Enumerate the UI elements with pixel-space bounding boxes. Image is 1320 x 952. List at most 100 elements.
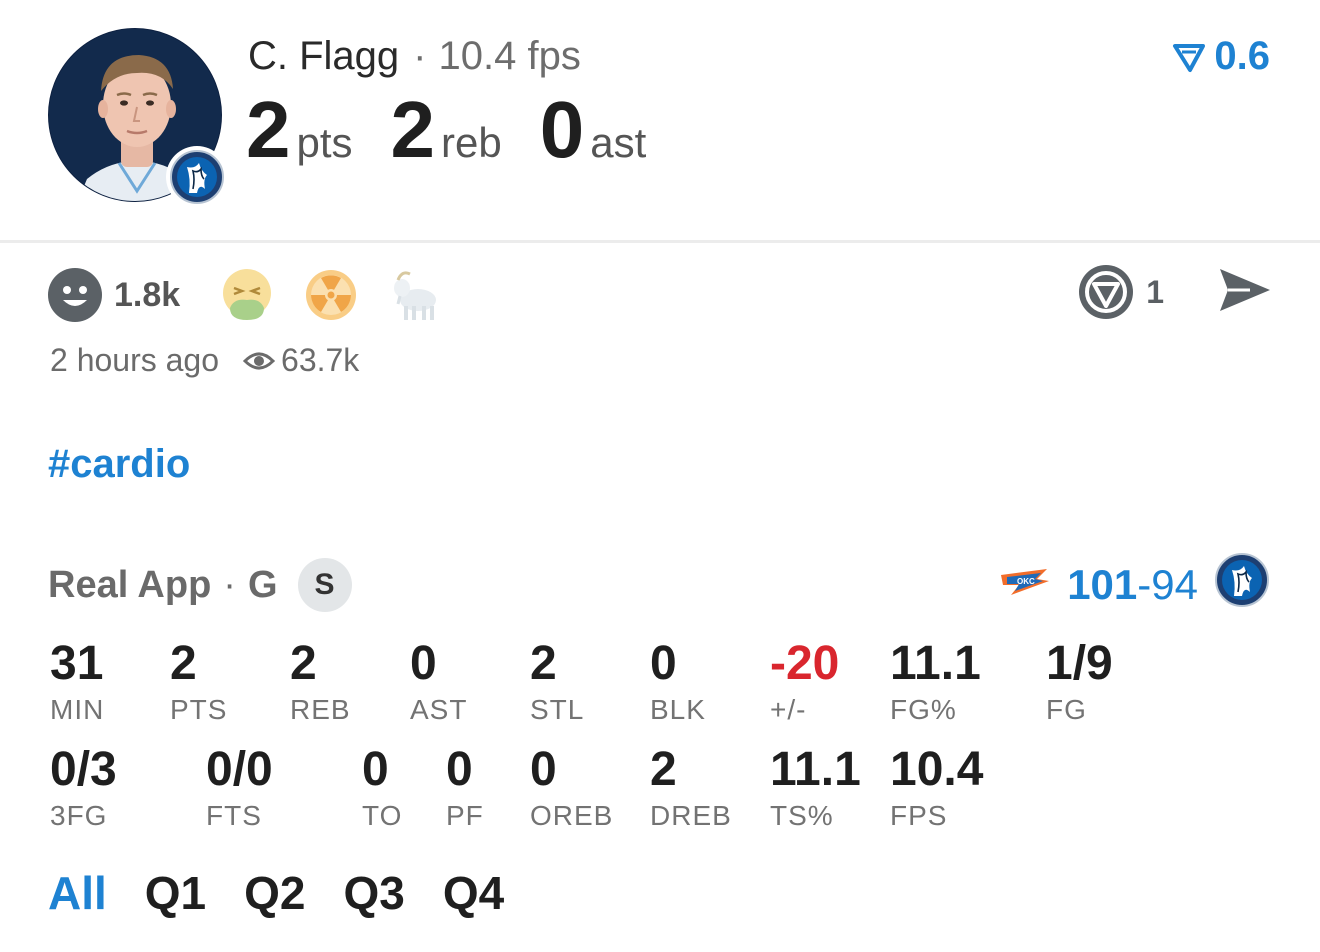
stat-value: 0 (650, 637, 677, 690)
stat-pts: 2 PTS (170, 640, 227, 726)
separator-dot: · (223, 563, 236, 606)
mavericks-logo-icon (1214, 552, 1270, 618)
send-icon (1220, 268, 1270, 311)
stat-label: TO (362, 800, 403, 831)
points-unit: pts (296, 119, 353, 166)
nauseated-face-emoji-icon (223, 269, 272, 320)
stat-ts-pct: 11.1 TS% (770, 746, 861, 832)
views-value: 63.7k (281, 342, 360, 378)
stat-value: 0 (410, 637, 437, 690)
separator-dot: · (413, 34, 427, 78)
tab-q4[interactable]: Q4 (443, 866, 504, 920)
stat-dreb: 2 DREB (650, 746, 732, 832)
stat-value: 31 (50, 637, 104, 690)
stat-plus-minus: -20 +/- (770, 640, 839, 726)
goat-reaction[interactable] (388, 266, 446, 324)
stat-label: FG (1046, 694, 1087, 725)
eye-icon (243, 352, 276, 369)
stat-value: -20 (770, 637, 840, 690)
stat-oreb: 0 OREB (530, 746, 613, 832)
stat-label: REB (290, 694, 351, 725)
divider (0, 240, 1320, 243)
points-value: 2 (246, 85, 290, 174)
tab-q3[interactable]: Q3 (344, 866, 405, 920)
stat-label: +/- (770, 694, 807, 725)
stat-fts: 0/0 FTS (206, 746, 273, 832)
stat-pf: 0 PF (446, 746, 484, 832)
post-actions: 1 (1078, 264, 1274, 320)
filter-arrow-icon (1173, 43, 1206, 72)
radioactive-reaction[interactable] (304, 268, 358, 322)
starter-badge: S (297, 558, 352, 612)
stat-value: 10.4 (890, 743, 984, 796)
svg-text:OKC: OKC (1017, 577, 1035, 586)
stat-value: 2 (530, 637, 557, 690)
stat-3fg: 0/3 3FG (50, 746, 117, 832)
share-button[interactable] (1216, 265, 1274, 320)
goat-emoji-icon (394, 271, 437, 320)
stat-label: FPS (890, 800, 948, 831)
reaction-count: 1.8k (114, 275, 181, 314)
smiley-reaction[interactable]: 1.8k (48, 268, 180, 322)
smiley-icon (48, 268, 102, 322)
score-dash: - (1137, 561, 1152, 608)
tab-q2[interactable]: Q2 (244, 866, 305, 920)
views-count: 63.7k (243, 342, 359, 379)
source-label: Real App (48, 563, 212, 606)
hashtag-link[interactable]: #cardio (48, 442, 190, 487)
player-fps: 10.4 fps (438, 34, 581, 78)
player-name[interactable]: C. Flagg (248, 34, 399, 78)
stat-min: 31 MIN (50, 640, 104, 726)
stat-value: 11.1 (770, 743, 861, 796)
comment-logo-icon (1079, 265, 1134, 319)
comments-button[interactable]: 1 (1078, 264, 1216, 320)
stat-blk: 0 BLK (650, 640, 706, 726)
stat-label: BLK (650, 694, 706, 725)
stat-label: TS% (770, 800, 834, 831)
stat-ast: 0 AST (410, 640, 467, 726)
stat-fps: 10.4 FPS (890, 746, 983, 832)
rating-badge[interactable]: 0.6 (1172, 34, 1270, 79)
stat-reb: 2 REB (290, 640, 351, 726)
stat-label: STL (530, 694, 585, 725)
losing-score: 94 (1151, 561, 1198, 608)
stat-value: 0/3 (50, 743, 117, 796)
assists-unit: ast (590, 119, 647, 166)
stat-value: 2 (170, 637, 197, 690)
stat-value: 1/9 (1046, 637, 1113, 690)
stat-label: FG% (890, 694, 957, 725)
position-label: G (247, 563, 278, 606)
tab-q1[interactable]: Q1 (145, 866, 206, 920)
stat-value: 2 (290, 637, 317, 690)
rebounds-value: 2 (390, 85, 435, 174)
stat-value: 0 (362, 743, 389, 796)
headline-stats: 2 pts 2 reb 0 ast (246, 84, 684, 176)
nauseated-reaction[interactable] (220, 268, 274, 322)
player-name-line: C. Flagg · 10.4 fps (248, 34, 581, 79)
stat-label: PF (446, 800, 484, 831)
post-time: 2 hours ago (50, 342, 220, 378)
rebounds-unit: reb (441, 119, 502, 166)
winning-score: 101 (1067, 561, 1138, 608)
thunder-logo-icon: OKC (997, 561, 1051, 609)
stat-value: 0 (530, 743, 557, 796)
player-avatar[interactable] (48, 28, 228, 208)
stat-value: 2 (650, 743, 677, 796)
stat-value: 0/0 (206, 743, 273, 796)
stat-value: 11.1 (890, 637, 981, 690)
game-source-line: Real App · G S (48, 558, 352, 612)
stat-fg: 1/9 FG (1046, 640, 1113, 726)
rating-value: 0.6 (1214, 34, 1270, 78)
stat-label: AST (410, 694, 468, 725)
stat-label: MIN (50, 694, 105, 725)
stat-to: 0 TO (362, 746, 402, 832)
mavericks-logo-icon (166, 146, 228, 208)
stat-label: OREB (530, 800, 614, 831)
comments-count: 1 (1146, 273, 1164, 310)
assists-value: 0 (539, 85, 584, 174)
tab-all[interactable]: All (48, 866, 107, 920)
stat-stl: 2 STL (530, 640, 584, 726)
stat-label: 3FG (50, 800, 108, 831)
stat-label: FTS (206, 800, 262, 831)
game-score[interactable]: OKC 101-94 (997, 552, 1270, 618)
